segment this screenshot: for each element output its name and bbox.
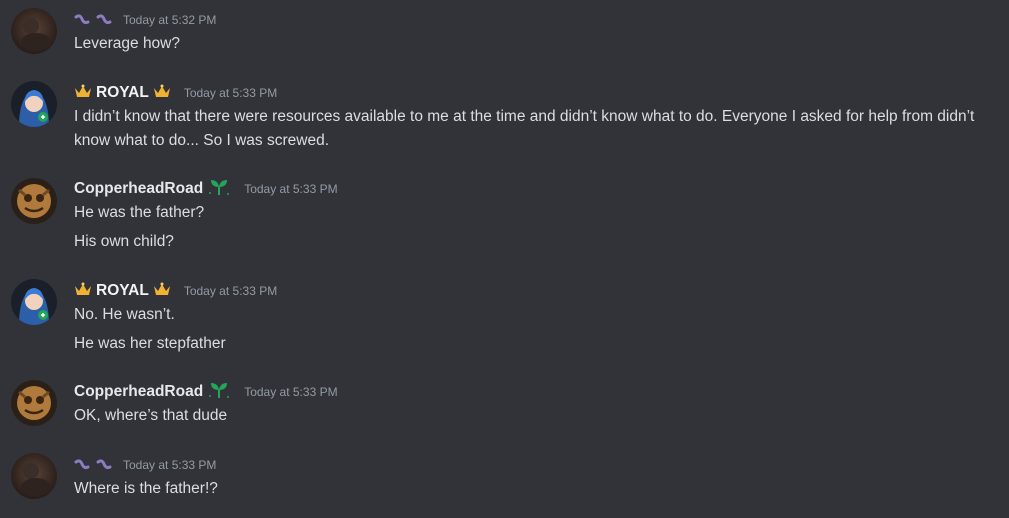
username[interactable]: ROYAL — [96, 282, 149, 300]
message-header: Today at 5:32 PM — [74, 9, 216, 31]
avatar[interactable] — [11, 279, 57, 325]
crown-icon — [153, 84, 171, 103]
message-header: ROYAL Today at 5:33 PM — [74, 82, 277, 104]
message-text: He was the father? — [74, 204, 205, 221]
timestamp: Today at 5:33 PM — [123, 458, 217, 472]
purple-swirl-icon — [74, 459, 112, 471]
purple-swirl-icon — [74, 14, 112, 26]
timestamp: Today at 5:33 PM — [244, 385, 338, 399]
username[interactable]: ROYAL — [96, 84, 149, 102]
chat-message-list: Today at 5:32 PM Leverage how? ROYAL Tod — [0, 0, 1009, 518]
avatar[interactable] — [11, 81, 57, 127]
timestamp: Today at 5:33 PM — [244, 182, 338, 196]
message-text: No. He wasn’t. — [74, 306, 175, 323]
crown-icon — [74, 84, 92, 103]
username[interactable]: CopperheadRoad — [74, 180, 203, 198]
message-text: He was her stepfather — [74, 335, 226, 352]
crown-icon — [74, 282, 92, 301]
avatar[interactable] — [11, 8, 57, 54]
message-text: Where is the father!? — [74, 480, 218, 497]
timestamp: Today at 5:33 PM — [183, 284, 278, 298]
timestamp: Today at 5:33 PM — [183, 86, 278, 100]
username[interactable]: CopperheadRoad — [74, 383, 203, 401]
message-text: OK, where’s that dude — [74, 407, 228, 424]
message-header: CopperheadRoad Today at 5:33 PM — [74, 381, 338, 403]
message-header: Today at 5:33 PM — [74, 454, 216, 476]
timestamp: Today at 5:32 PM — [123, 13, 217, 27]
avatar[interactable] — [11, 453, 57, 499]
message-header: ROYAL Today at 5:33 PM — [74, 280, 277, 302]
avatar[interactable] — [11, 178, 57, 224]
avatar[interactable] — [11, 380, 57, 426]
sprout-icon — [207, 177, 231, 202]
message-text: I didn’t know that there were resources … — [74, 108, 975, 149]
message-text: Leverage how? — [74, 35, 180, 52]
sprout-icon — [207, 380, 231, 405]
message-text: His own child? — [74, 233, 174, 250]
message-header: CopperheadRoad Today at 5:33 PM — [74, 178, 338, 200]
crown-icon — [153, 282, 171, 301]
